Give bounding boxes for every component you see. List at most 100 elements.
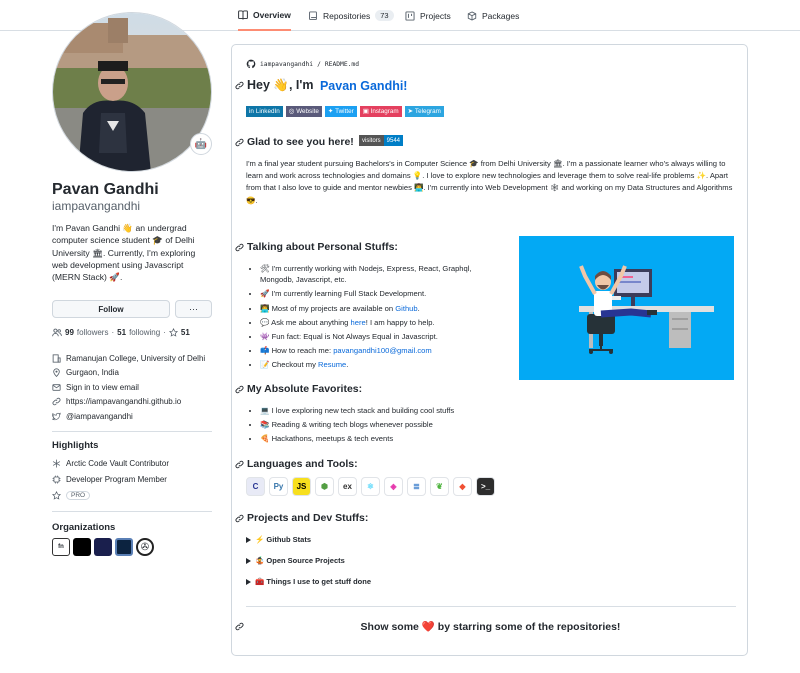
readme-greeting-heading: Hey 👋, I'm Pavan Gandhi! — [235, 78, 407, 93]
greeting-name-link[interactable]: Pavan Gandhi! — [320, 79, 408, 93]
more-options-button[interactable]: ··· — [175, 300, 212, 318]
visitors-count: 9544 — [383, 135, 404, 146]
details-things-i-use-label: 🧰 Things I use to get stuff done — [255, 577, 372, 586]
languages-heading: Languages and Tools: — [235, 458, 358, 470]
list-item: 📫 How to reach me: pavangandhi100@gmail.… — [260, 345, 499, 356]
visitors-badge: visitors 9544 — [359, 135, 404, 146]
resume-link[interactable]: Resume — [318, 360, 346, 369]
vcard-organization: Ramanujan College, University of Delhi — [52, 351, 205, 366]
anchor-link-icon[interactable] — [235, 138, 244, 147]
profile-login: iampavangandhi — [52, 199, 141, 213]
highlight-arctic-vault-text[interactable]: Arctic Code Vault Contributor — [66, 459, 169, 468]
linkedin-badge[interactable]: in LinkedIn — [246, 106, 283, 117]
pro-badge: PRO — [66, 490, 91, 500]
tab-overview-label: Overview — [253, 9, 291, 20]
following-label[interactable]: following — [129, 328, 160, 337]
vcard-website-link[interactable]: https://iampavangandhi.github.io — [66, 397, 181, 406]
c-icon: C — [246, 477, 265, 496]
vcard-email[interactable]: Sign in to view email — [52, 380, 205, 395]
vcard-website[interactable]: https://iampavangandhi.github.io — [52, 395, 205, 410]
sql-icon: ≣ — [407, 477, 426, 496]
graphql-icon: ◈ — [384, 477, 403, 496]
list-item-text: 💬 Ask me about anything — [260, 317, 351, 327]
status-button[interactable]: 🤖 — [190, 133, 212, 155]
stars-count[interactable]: 51 — [181, 328, 190, 337]
website-badge[interactable]: ◎ Website — [285, 106, 322, 117]
readme-path-file[interactable]: README.md — [325, 61, 359, 68]
details-github-stats[interactable]: ⚡ Github Stats — [246, 535, 311, 544]
org-avatar-3[interactable] — [94, 538, 112, 556]
anchor-link-icon[interactable] — [235, 385, 244, 394]
vcard-twitter-handle[interactable]: @iampavangandhi — [66, 412, 133, 421]
instagram-badge[interactable]: ▣ Instagram — [359, 106, 402, 117]
mail-icon — [52, 384, 61, 391]
details-open-source[interactable]: 🤹 Open Source Projects — [246, 556, 345, 565]
anchor-link-icon[interactable] — [235, 81, 244, 90]
list-item-text: 📚 Reading & writing tech blogs whenever … — [260, 420, 433, 430]
projects-heading: Projects and Dev Stuffs: — [235, 512, 368, 524]
org-avatar-5[interactable]: ✇ — [136, 538, 154, 556]
list-item-text: 💻 I love exploring new tech stack and bu… — [260, 406, 455, 415]
personal-list: 🛠 I'm currently working with Nodejs, Exp… — [254, 263, 499, 374]
vcard-email-text[interactable]: Sign in to view email — [66, 383, 139, 392]
org-avatar-1[interactable]: fn — [52, 538, 70, 556]
avatar[interactable] — [52, 12, 212, 172]
telegram-icon: ➤ — [407, 108, 413, 115]
nodejs-icon: ⬢ — [315, 477, 334, 496]
vcard-twitter[interactable]: @iampavangandhi — [52, 409, 205, 424]
developer-illustration — [519, 236, 734, 380]
anchor-link-icon[interactable] — [235, 460, 244, 469]
followers-count[interactable]: 99 — [65, 328, 74, 337]
list-item: 👨‍💻 Most of my projects are available on… — [260, 303, 499, 314]
tab-overview[interactable]: Overview — [238, 0, 291, 31]
twitter-badge[interactable]: ✦ Twitter — [324, 106, 357, 117]
github-cat-icon — [246, 59, 256, 69]
highlight-developer-program-text[interactable]: Developer Program Member — [66, 475, 167, 484]
cpu-icon — [52, 475, 61, 483]
glad-heading-text: Glad to see you here! — [247, 136, 354, 148]
highlight-arctic-vault[interactable]: Arctic Code Vault Contributor — [52, 455, 169, 471]
anchor-link-icon[interactable] — [235, 514, 244, 523]
org-avatar-2[interactable] — [73, 538, 91, 556]
list-item-text: 👾 Fun fact: Equal is Not Always Equal in… — [260, 332, 438, 342]
tab-repositories[interactable]: Repositories 73 — [308, 0, 394, 31]
list-item-text: 🛠 I'm currently working with Nodejs, Exp… — [260, 264, 472, 285]
disclosure-triangle-icon — [246, 578, 251, 585]
avatar-photo — [53, 13, 211, 171]
repositories-counter: 73 — [375, 10, 394, 21]
languages-heading-text: Languages and Tools: — [247, 458, 358, 470]
star-icon — [52, 490, 61, 500]
profile-name: Pavan Gandhi — [52, 181, 159, 198]
follow-button[interactable]: Follow — [52, 300, 170, 318]
org-fn-icon: fn — [58, 544, 64, 550]
details-things-i-use[interactable]: 🧰 Things I use to get stuff done — [246, 577, 371, 586]
star-icon — [168, 328, 178, 337]
follow-stats: 99 followers · 51 following · 51 — [52, 328, 190, 337]
here-link[interactable]: here — [351, 318, 366, 327]
org-avatar-4[interactable] — [115, 538, 133, 556]
following-count[interactable]: 51 — [117, 328, 126, 337]
email-link[interactable]: pavangandhi100@gmail.com — [333, 346, 431, 355]
organizations-list: fn ✇ — [52, 538, 154, 556]
follow-separator: · — [111, 328, 115, 337]
robot-emoji-icon: 🤖 — [194, 138, 208, 150]
telegram-badge[interactable]: ➤ Telegram — [404, 106, 444, 117]
list-item: 🛠 I'm currently working with Nodejs, Exp… — [260, 263, 499, 285]
highlight-developer-program[interactable]: Developer Program Member — [52, 471, 169, 487]
twitter-badge-label: Twitter — [335, 108, 354, 115]
highlight-pro: PRO — [52, 487, 169, 503]
visitors-label: visitors — [359, 135, 384, 146]
package-icon — [467, 10, 477, 21]
anchor-link-icon[interactable] — [235, 243, 244, 252]
vcard-details: Ramanujan College, University of Delhi G… — [52, 351, 205, 424]
vcard-location: Gurgaon, India — [52, 366, 205, 381]
github-link[interactable]: Github — [395, 304, 417, 313]
tab-packages-label: Packages — [482, 10, 520, 21]
tab-packages[interactable]: Packages — [467, 0, 519, 31]
organizations-heading: Organizations — [52, 522, 116, 533]
tab-projects[interactable]: Projects — [405, 0, 451, 31]
list-item: 🚀 I'm currently learning Full Stack Deve… — [260, 288, 499, 299]
followers-label[interactable]: followers — [77, 328, 109, 337]
org-mercedes-icon: ✇ — [140, 541, 150, 553]
readme-path-user[interactable]: iampavangandhi — [260, 61, 313, 68]
